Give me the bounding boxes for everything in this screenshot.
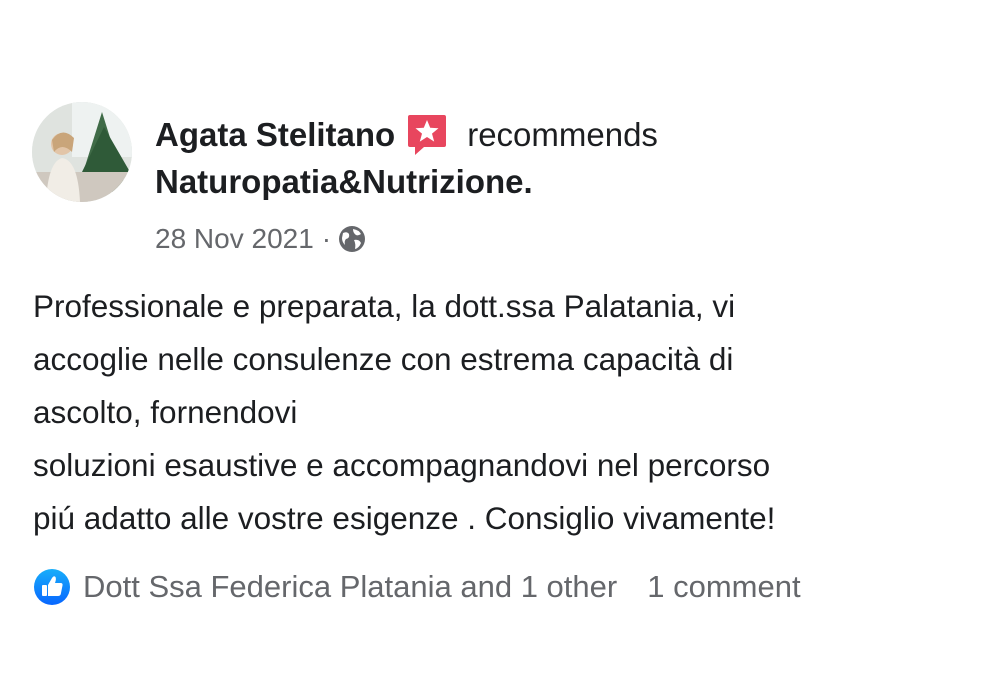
post-body-line: piú adatto alle vostre esigenze . Consig… (33, 500, 776, 536)
page-name-link[interactable]: Naturopatia&Nutrizione (155, 163, 524, 200)
comments-count[interactable]: 1 comment (647, 569, 800, 605)
post-meta: 28 Nov 2021 · (155, 220, 367, 258)
post-body-line: accoglie nelle consulenze con estrema ca… (33, 341, 734, 377)
post-body-line: Professionale e preparata, la dott.ssa P… (33, 288, 736, 324)
post-header: Agata Stelitano recommends (155, 113, 658, 157)
author-avatar[interactable] (32, 102, 132, 202)
post-footer: Dott Ssa Federica Platania and 1 other 1… (33, 566, 801, 608)
recommend-star-icon (407, 113, 447, 157)
author-name[interactable]: Agata Stelitano (155, 116, 395, 154)
reactors-text[interactable]: Dott Ssa Federica Platania and 1 other (83, 569, 617, 605)
recommendation-post: Agata Stelitano recommends Naturopatia&N… (0, 0, 1000, 700)
like-icon[interactable] (33, 568, 71, 606)
post-body: Professionale e preparata, la dott.ssa P… (33, 280, 983, 545)
post-date[interactable]: 28 Nov 2021 (155, 223, 314, 255)
page-name-line: Naturopatia&Nutrizione. (155, 163, 533, 201)
meta-separator: · (321, 223, 332, 254)
post-body-line: soluzioni esaustive e accompagnandovi ne… (33, 447, 771, 483)
page-name-period: . (523, 163, 533, 200)
post-body-line: ascolto, fornendovi (33, 394, 298, 430)
recommends-text: recommends (467, 116, 658, 153)
globe-icon[interactable] (337, 224, 367, 254)
